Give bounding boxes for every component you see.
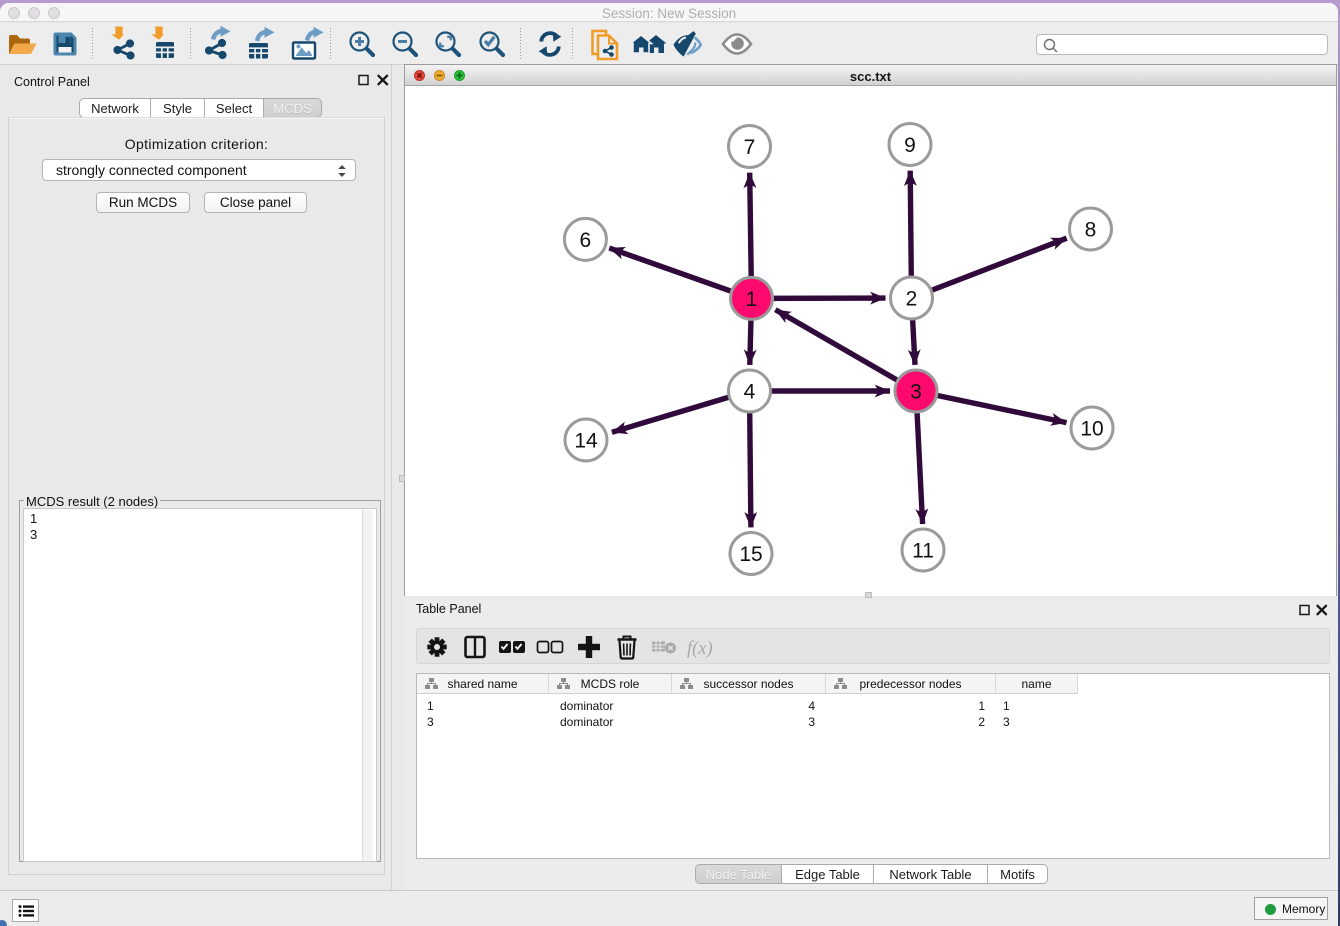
svg-text:8: 8 — [1085, 219, 1097, 242]
svg-text:2: 2 — [906, 288, 918, 311]
svg-text:6: 6 — [580, 229, 592, 252]
svg-text:7: 7 — [744, 136, 756, 159]
svg-text:f(x): f(x) — [687, 639, 713, 659]
svg-text:14: 14 — [574, 430, 598, 453]
svg-text:15: 15 — [739, 543, 762, 566]
svg-text:10: 10 — [1080, 418, 1103, 441]
svg-text:11: 11 — [912, 540, 934, 563]
svg-text:3: 3 — [910, 381, 922, 404]
svg-text:9: 9 — [904, 134, 916, 157]
svg-text:1: 1 — [746, 288, 758, 311]
svg-text:4: 4 — [744, 381, 756, 404]
